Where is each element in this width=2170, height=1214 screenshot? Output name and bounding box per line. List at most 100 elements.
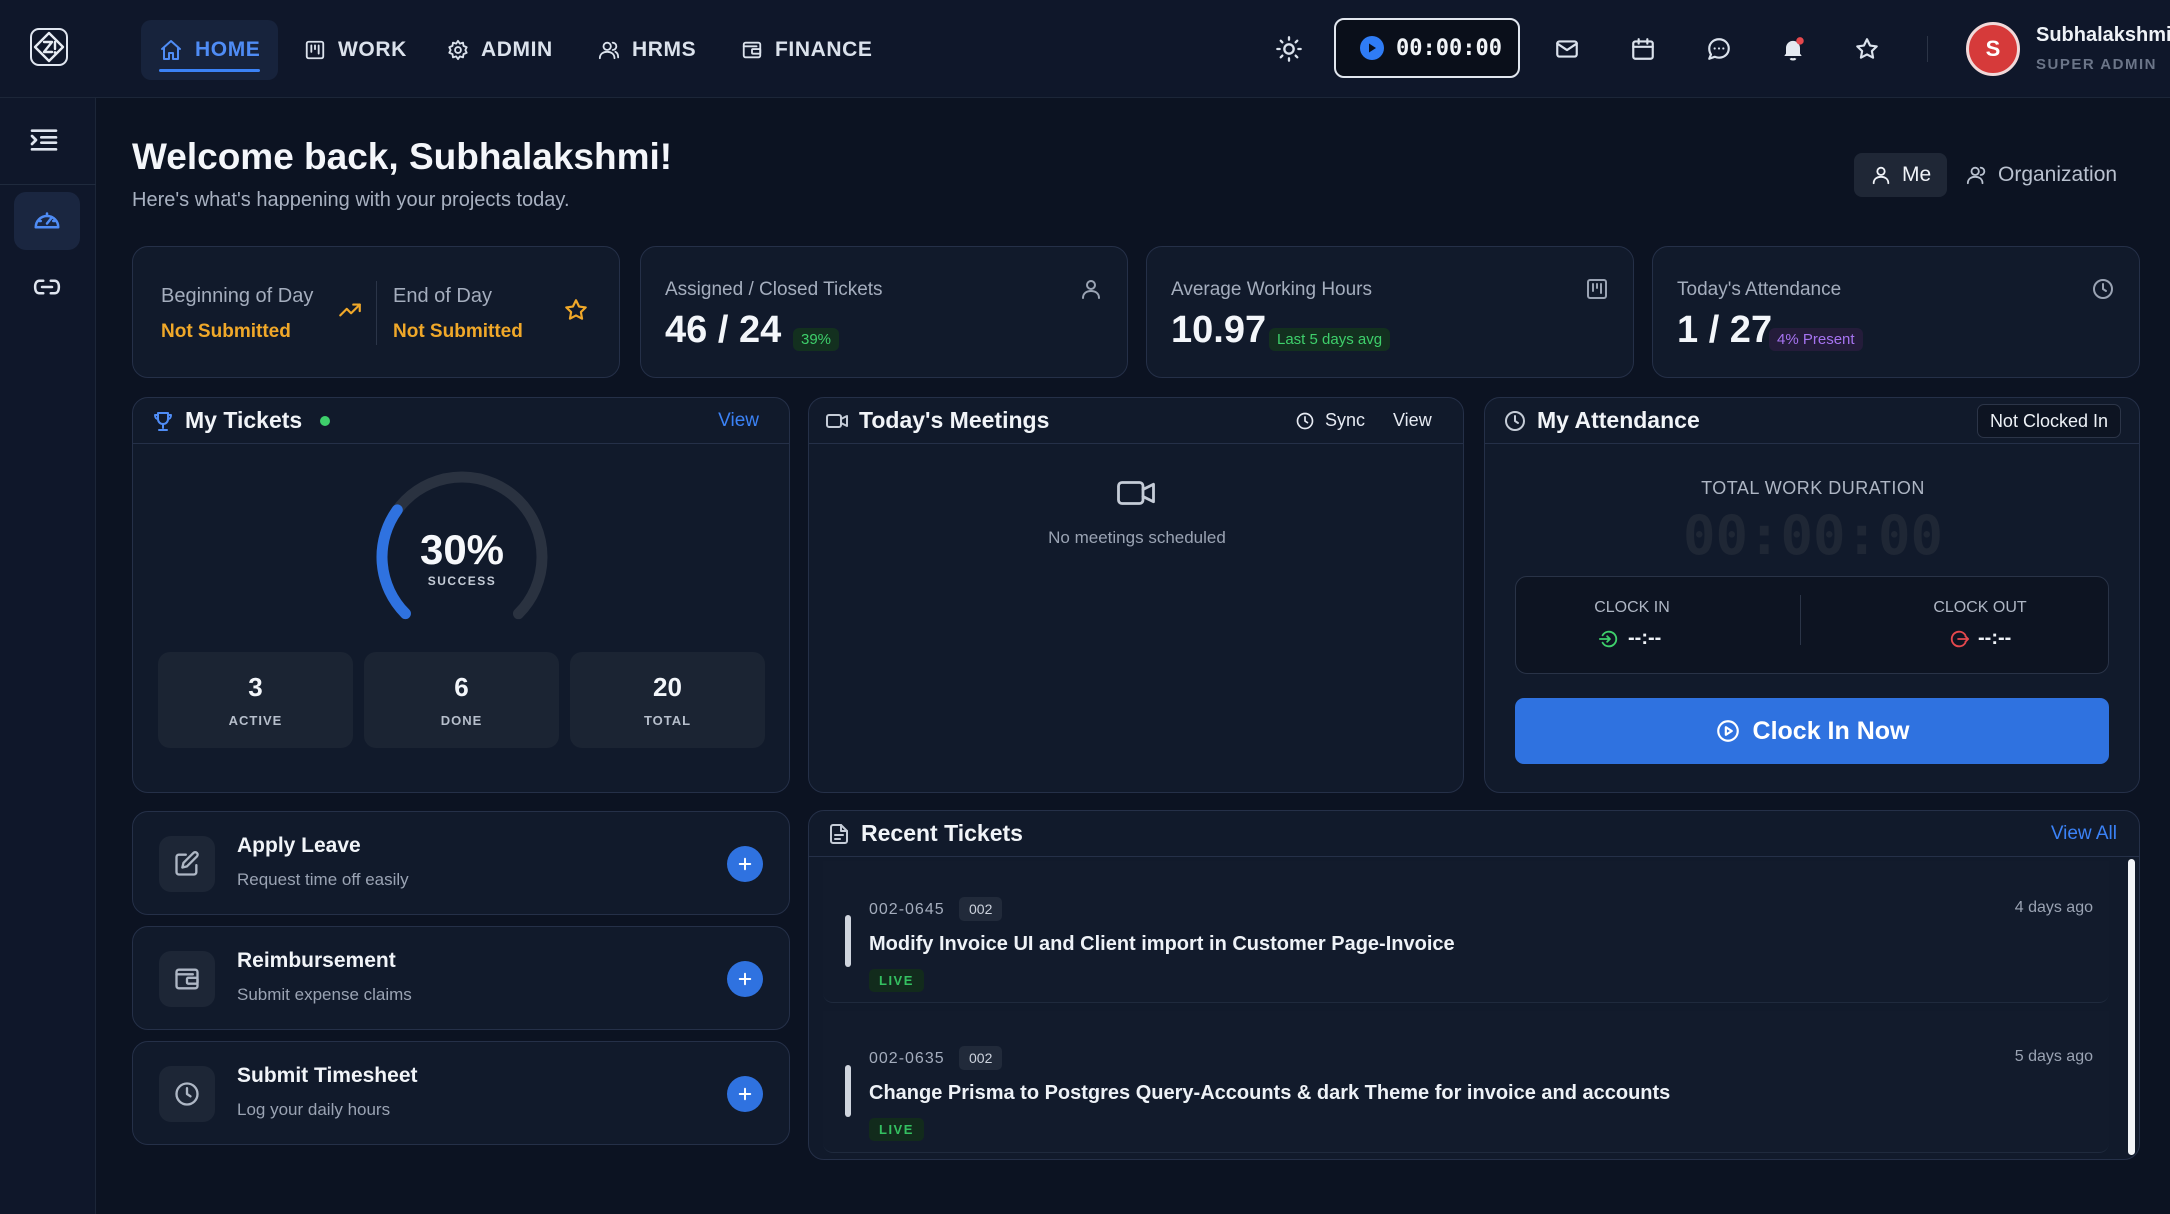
- meetings-sync-button[interactable]: Sync: [1295, 410, 1365, 431]
- meetings-view-link[interactable]: View: [1393, 410, 1432, 431]
- nav-home-label: HOME: [195, 38, 261, 61]
- nav-admin[interactable]: ADMIN: [429, 20, 571, 80]
- app-logo[interactable]: [30, 28, 68, 66]
- wallet-icon: [742, 41, 762, 59]
- plus-icon: [738, 972, 752, 986]
- reimbursement-title: Reimbursement: [237, 949, 396, 972]
- sidebar-item-links[interactable]: [14, 258, 80, 316]
- apply-leave-card[interactable]: Apply Leave Request time off easily: [132, 811, 790, 915]
- meetings-title-group: Today's Meetings: [825, 407, 1049, 434]
- tickets-stat-card: Assigned / Closed Tickets 46 / 24 39%: [640, 246, 1128, 378]
- sidebar-toggle-button[interactable]: [28, 124, 64, 160]
- user-icon: [1872, 166, 1890, 185]
- timesheet-subtitle: Log your daily hours: [237, 1100, 391, 1119]
- hours-stat-label: Average Working Hours: [1171, 279, 1373, 300]
- total-label: TOTAL: [643, 713, 692, 728]
- hours-stat-card: Average Working Hours 10.97 Last 5 days …: [1146, 246, 1634, 378]
- total-tickets-stat[interactable]: 20 TOTAL: [570, 652, 765, 748]
- work-duration-label: TOTAL WORK DURATION: [1701, 478, 1925, 498]
- scope-organization-button[interactable]: Organization: [1950, 153, 2133, 197]
- attendance-panel: My Attendance Not Clocked In TOTAL WORK …: [1484, 397, 2140, 793]
- clock-icon: [1296, 412, 1314, 429]
- kanban-icon: [305, 40, 325, 60]
- clock-in-now-button[interactable]: Clock In Now: [1515, 698, 2109, 764]
- video-icon: [826, 413, 848, 428]
- scope-organization-label: Organization: [1998, 163, 2118, 186]
- nav-finance[interactable]: FINANCE: [723, 20, 891, 80]
- notifications-button[interactable]: [1774, 30, 1812, 68]
- reimbursement-add-button[interactable]: [727, 961, 763, 997]
- timesheet-title: Submit Timesheet: [237, 1064, 418, 1087]
- bod-status[interactable]: Not Submitted: [161, 321, 291, 343]
- recent-tickets-header: Recent Tickets View All: [809, 811, 2139, 857]
- chat-icon: [1708, 38, 1730, 60]
- meetings-panel: Today's Meetings Sync View No meetings s…: [808, 397, 1464, 793]
- daily-report-card: Beginning of Day Not Submitted End of Da…: [132, 246, 620, 378]
- play-icon: [1360, 36, 1384, 60]
- bod-label: Beginning of Day: [161, 285, 314, 307]
- mail-icon: [1556, 40, 1578, 58]
- apply-leave-subtitle: Request time off easily: [237, 870, 409, 889]
- edit-icon: [159, 836, 215, 892]
- mail-button[interactable]: [1548, 30, 1586, 68]
- ticket-id: 002-0645: [869, 901, 945, 918]
- tickets-stat-badge: 39%: [793, 328, 840, 351]
- user-name: Subhalakshmi: [2036, 24, 2170, 46]
- nav-work[interactable]: WORK: [286, 20, 425, 80]
- recent-tickets-view-all[interactable]: View All: [2051, 823, 2117, 845]
- favorites-button[interactable]: [1848, 30, 1886, 68]
- timesheet-add-button[interactable]: [727, 1076, 763, 1112]
- meetings-header: Today's Meetings Sync View: [809, 398, 1463, 444]
- live-indicator: [320, 415, 331, 426]
- clock-status-badge: Not Clocked In: [1976, 404, 2121, 438]
- nav-hrms[interactable]: HRMS: [580, 20, 714, 80]
- star-icon: [1856, 38, 1878, 59]
- timesheet-card[interactable]: Submit Timesheet Log your daily hours: [132, 1041, 790, 1145]
- document-icon: [830, 823, 848, 844]
- recent-tickets-panel: Recent Tickets View All 002-0645 002 Mod…: [808, 810, 2140, 1160]
- active-tickets-stat[interactable]: 3 ACTIVE: [158, 652, 353, 748]
- nav-finance-label: FINANCE: [775, 38, 873, 61]
- logo-icon: [33, 31, 65, 63]
- done-value: 6: [454, 672, 469, 702]
- ticket-priority-bar: [845, 915, 851, 967]
- clock-in-value: --:--: [1628, 627, 1662, 649]
- sun-icon: [1276, 36, 1302, 62]
- hours-stat-badge: Last 5 days avg: [1269, 328, 1391, 351]
- eod-label: End of Day: [393, 285, 492, 307]
- kanban-icon: [1585, 277, 1609, 301]
- my-tickets-view-link[interactable]: View: [718, 410, 759, 432]
- left-sidebar: [0, 98, 96, 1214]
- sidebar-item-dashboard[interactable]: [14, 192, 80, 250]
- clock-times-box: CLOCK IN --:-- CLOCK OUT --:--: [1515, 576, 2109, 674]
- done-tickets-stat[interactable]: 6 DONE: [364, 652, 559, 748]
- nav-home[interactable]: HOME: [141, 20, 279, 80]
- theme-toggle-button[interactable]: [1270, 30, 1308, 68]
- reimbursement-card[interactable]: Reimbursement Submit expense claims: [132, 926, 790, 1030]
- table-row[interactable]: 002-0635 002 Change Prisma to Postgres Q…: [823, 1011, 2109, 1153]
- total-value: 20: [653, 672, 682, 702]
- recent-tickets-title: Recent Tickets: [861, 820, 1023, 846]
- gear-icon: [448, 39, 468, 61]
- eod-status[interactable]: Not Submitted: [393, 321, 523, 343]
- success-caption: SUCCESS: [427, 574, 497, 588]
- ticket-tag: 002: [959, 897, 1003, 921]
- avatar[interactable]: S: [1966, 22, 2020, 76]
- scope-me-button[interactable]: Me: [1854, 153, 1948, 197]
- recent-tickets-scrollbar[interactable]: [2128, 859, 2135, 1155]
- chat-button[interactable]: [1700, 30, 1738, 68]
- reimbursement-subtitle: Submit expense claims: [237, 985, 412, 1004]
- work-timer[interactable]: 00:00:00: [1334, 18, 1520, 78]
- users-icon: [1966, 166, 1986, 185]
- attendance-stat-label: Today's Attendance: [1677, 279, 1842, 300]
- apply-leave-add-button[interactable]: [727, 846, 763, 882]
- nav-admin-label: ADMIN: [481, 38, 553, 61]
- plus-icon: [738, 1087, 752, 1101]
- menu-expand-icon: [30, 129, 58, 151]
- users-icon: [598, 41, 620, 60]
- clock-in-label: CLOCK IN: [1594, 599, 1670, 616]
- clock-out-label: CLOCK OUT: [1933, 599, 2027, 616]
- hours-stat-value: 10.97: [1171, 309, 1267, 351]
- table-row[interactable]: 002-0645 002 Modify Invoice UI and Clien…: [823, 861, 2109, 1003]
- calendar-button[interactable]: [1624, 30, 1662, 68]
